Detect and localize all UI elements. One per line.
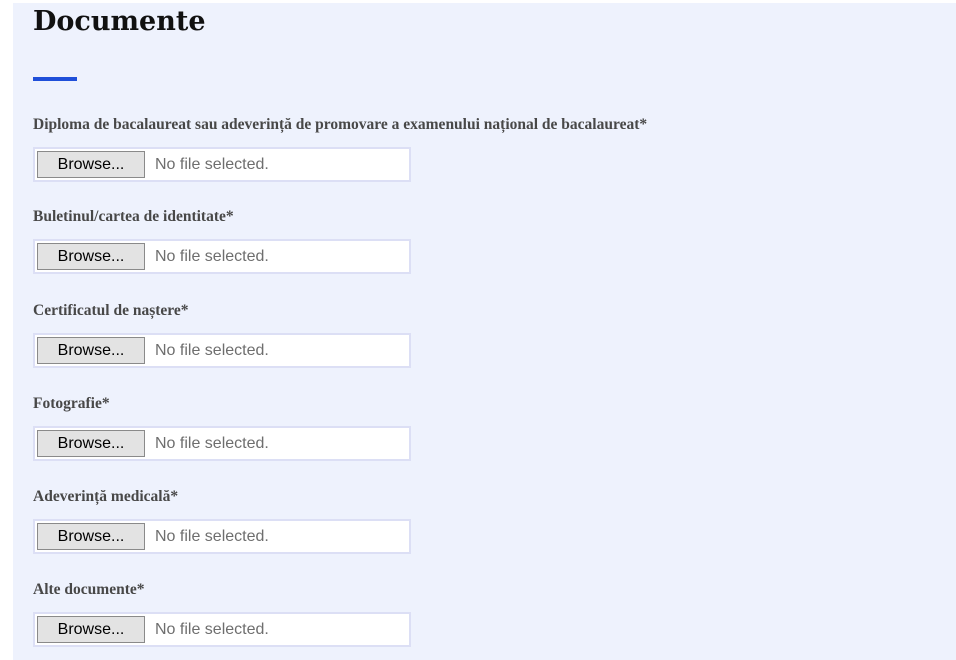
file-status-id-card: No file selected. xyxy=(155,248,269,265)
file-status-diploma: No file selected. xyxy=(155,156,269,173)
field-label-diploma: Diploma de bacalaureat sau adeverință de… xyxy=(33,116,648,133)
browse-button-birth-certificate[interactable]: Browse... xyxy=(37,337,145,364)
field-label-birth-certificate: Certificatul de naștere* xyxy=(33,302,189,319)
file-status-birth-certificate: No file selected. xyxy=(155,342,269,359)
field-photo: Fotografie* Browse... No file selected. xyxy=(33,393,411,461)
title-accent-bar xyxy=(33,77,77,81)
field-medical-certificate: Adeverință medicală* Browse... No file s… xyxy=(33,486,411,554)
file-input-birth-certificate[interactable]: Browse... No file selected. xyxy=(33,333,411,368)
field-label-id-card: Buletinul/cartea de identitate* xyxy=(33,208,234,225)
file-input-diploma[interactable]: Browse... No file selected. xyxy=(33,147,411,182)
browse-button-diploma[interactable]: Browse... xyxy=(37,151,145,178)
browse-button-medical-certificate[interactable]: Browse... xyxy=(37,523,145,550)
field-label-medical-certificate: Adeverință medicală* xyxy=(33,488,179,505)
section-title: Documente xyxy=(33,6,206,37)
file-input-id-card[interactable]: Browse... No file selected. xyxy=(33,239,411,274)
field-other-documents: Alte documente* Browse... No file select… xyxy=(33,579,411,647)
field-diploma: Diploma de bacalaureat sau adeverință de… xyxy=(33,114,647,182)
top-edge xyxy=(0,0,956,3)
file-status-photo: No file selected. xyxy=(155,435,269,452)
field-id-card: Buletinul/cartea de identitate* Browse..… xyxy=(33,206,411,274)
field-birth-certificate: Certificatul de naștere* Browse... No fi… xyxy=(33,300,411,368)
field-label-other-documents: Alte documente* xyxy=(33,581,145,598)
browse-button-id-card[interactable]: Browse... xyxy=(37,243,145,270)
field-label-photo: Fotografie* xyxy=(33,395,110,412)
file-input-medical-certificate[interactable]: Browse... No file selected. xyxy=(33,519,411,554)
browse-button-photo[interactable]: Browse... xyxy=(37,430,145,457)
file-status-medical-certificate: No file selected. xyxy=(155,528,269,545)
file-status-other-documents: No file selected. xyxy=(155,621,269,638)
file-input-other-documents[interactable]: Browse... No file selected. xyxy=(33,612,411,647)
browse-button-other-documents[interactable]: Browse... xyxy=(37,616,145,643)
file-input-photo[interactable]: Browse... No file selected. xyxy=(33,426,411,461)
